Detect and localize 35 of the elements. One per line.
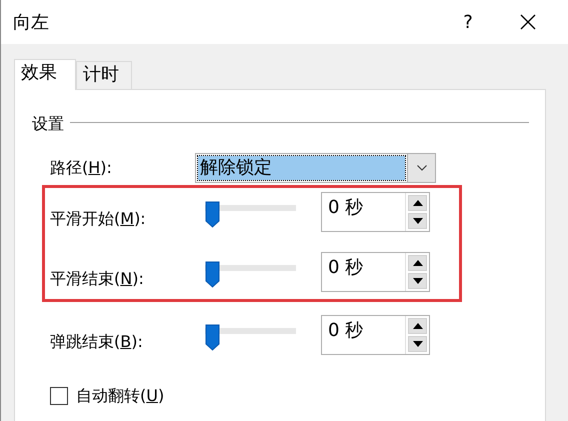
number-field[interactable]: 0 秒 — [321, 315, 430, 355]
checkbox[interactable] — [50, 387, 68, 405]
slider-thumb[interactable] — [205, 324, 220, 351]
number-field[interactable]: 0 秒 — [321, 192, 430, 232]
dropdown[interactable]: 解除锁定 — [195, 153, 436, 183]
spin-down-button[interactable] — [408, 273, 427, 289]
spin-up-button[interactable] — [408, 318, 427, 334]
slider[interactable] — [205, 201, 296, 229]
tab[interactable]: 计时 — [76, 61, 132, 89]
tab[interactable]: 效果 — [14, 59, 76, 90]
spin-up-button[interactable] — [408, 195, 427, 211]
down-triangle-icon — [412, 218, 422, 224]
window-title: 向左 — [13, 10, 50, 34]
spin-down-button[interactable] — [408, 336, 427, 352]
chevron-down-icon — [416, 165, 426, 171]
slider-thumb[interactable] — [205, 261, 220, 288]
field-label: 平滑结束(N): — [50, 268, 145, 289]
spin-up-button[interactable] — [408, 255, 427, 271]
up-triangle-icon — [412, 323, 422, 329]
help-button[interactable]: ? — [438, 8, 498, 36]
slider[interactable] — [205, 324, 296, 352]
up-triangle-icon — [412, 200, 422, 206]
field-label: 路径(H): — [50, 158, 113, 178]
field-label: 平滑开始(M): — [50, 208, 147, 229]
slider-thumb[interactable] — [205, 201, 220, 228]
slider[interactable] — [205, 261, 296, 289]
down-triangle-icon — [412, 278, 422, 284]
up-triangle-icon — [412, 260, 422, 266]
checkbox-label: 自动翻转(U) — [76, 385, 164, 407]
down-triangle-icon — [412, 341, 422, 347]
close-icon — [520, 14, 536, 30]
group-title: 设置 — [32, 114, 64, 134]
field-label: 弹跳结束(B): — [50, 331, 144, 352]
number-field[interactable]: 0 秒 — [321, 252, 430, 292]
spin-down-button[interactable] — [408, 213, 427, 229]
